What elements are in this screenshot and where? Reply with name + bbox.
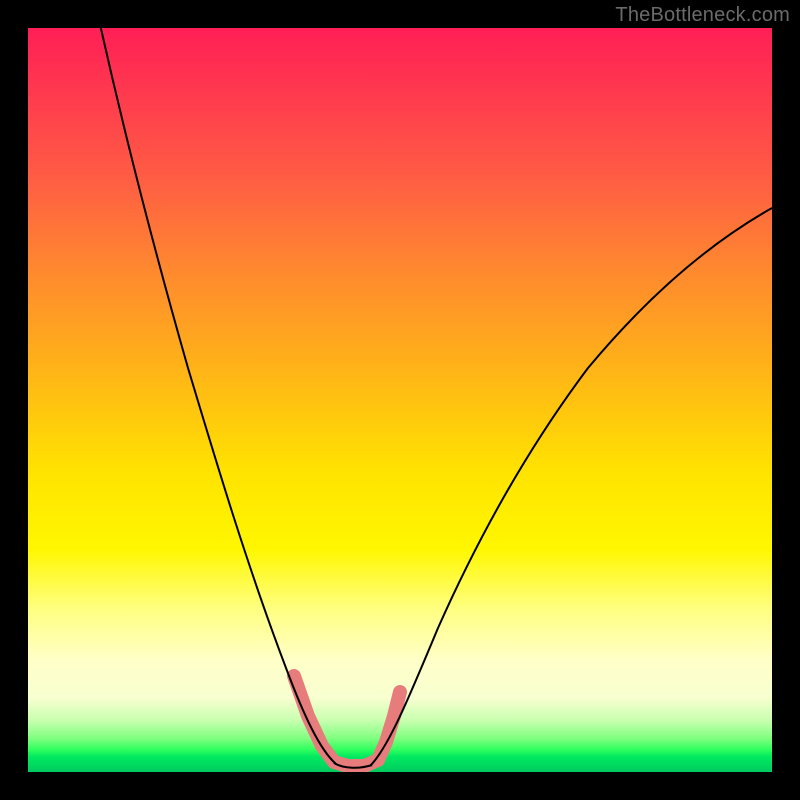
bottleneck-curve xyxy=(92,28,772,768)
curve-layer xyxy=(28,28,772,772)
plot-area xyxy=(28,28,772,772)
minimum-highlight xyxy=(294,676,400,766)
watermark-text: TheBottleneck.com xyxy=(615,4,790,27)
chart-frame: TheBottleneck.com xyxy=(0,0,800,800)
